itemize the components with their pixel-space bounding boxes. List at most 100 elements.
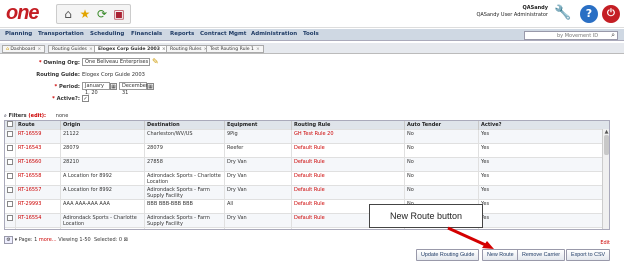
remove-carrier-button[interactable]: Remove Carrier — [517, 249, 566, 261]
tab-test-routing-rule[interactable]: Test Routing Rule 1 × — [206, 45, 264, 53]
favorites-star-icon[interactable]: ★ — [77, 6, 93, 23]
filters-bar: ⌕ Filters (edit): none — [4, 113, 69, 119]
row-checkbox[interactable] — [7, 187, 13, 193]
table-row[interactable]: RT-29993 AAA AAA-AAA AAA BBB BBB-BBB BBB Al… — [5, 199, 609, 214]
cell-routing-rule[interactable]: GH Test Rule 20 — [291, 129, 405, 144]
nav-administration[interactable]: Administration — [251, 31, 297, 37]
table-row[interactable]: RT-16557 A Location for 8992 Adirondack Sp… — [5, 185, 609, 200]
table-row[interactable]: RT-16558 A Location for 8992 Adirondack Sp… — [5, 171, 609, 186]
row-checkbox[interactable] — [7, 145, 13, 151]
pager-settings-icon[interactable]: ⚙ — [4, 236, 13, 244]
org-lookup-icon[interactable]: ✎ — [152, 57, 159, 66]
table-row[interactable]: RT-16543 28079 28079 Reefer Default Rule No Ye… — [5, 143, 609, 158]
nav-contract-mgmt[interactable]: Contract Mgmt — [200, 31, 246, 37]
row-checkbox[interactable] — [7, 131, 13, 137]
filters-value: none — [55, 113, 69, 119]
close-icon[interactable]: × — [256, 47, 260, 52]
cell-routing-rule[interactable]: Default Rule — [291, 185, 405, 200]
tab-routing-guides[interactable]: Routing Guides × — [48, 45, 97, 53]
cell-auto-tender: No — [404, 157, 479, 172]
alerts-icon[interactable]: ▣ — [111, 6, 127, 23]
cell-equipment: Flat Bed — [224, 227, 292, 229]
nav-planning[interactable]: Planning — [5, 31, 32, 37]
nav-financials[interactable]: Financials — [131, 31, 162, 37]
cell-active: Yes — [478, 129, 609, 144]
col-origin[interactable]: Origin — [60, 121, 145, 130]
cell-route[interactable]: RT-29993 — [15, 199, 61, 214]
nav-tools[interactable]: Tools — [303, 31, 319, 37]
export-csv-button[interactable]: Export to CSV — [566, 249, 611, 261]
row-checkbox[interactable] — [7, 201, 13, 207]
refresh-icon[interactable]: ⟳ — [94, 6, 110, 23]
row-checkbox[interactable] — [7, 229, 13, 230]
new-route-button[interactable]: New Route — [482, 249, 519, 261]
cell-route[interactable]: RT-16559 — [15, 129, 61, 144]
col-auto-tender[interactable]: Auto Tender — [404, 121, 479, 130]
cell-routing-rule[interactable]: Default Rule — [291, 157, 405, 172]
row-checkbox[interactable] — [7, 159, 13, 165]
update-routing-guide-button[interactable]: Update Routing Guide — [416, 249, 480, 261]
power-icon[interactable]: ⏻ — [602, 5, 620, 23]
nav-transportation[interactable]: Transportation — [38, 31, 84, 37]
home-icon[interactable]: ⌂ — [60, 6, 76, 23]
calendar-icon[interactable]: ▦ — [110, 83, 117, 90]
cell-route[interactable]: RT-16554 — [15, 213, 61, 228]
cell-destination: BBB BBB-BBB BBB — [144, 199, 225, 214]
cell-destination: Adirondack Sports - Farm Supply Facility — [144, 213, 225, 228]
nav-reports[interactable]: Reports — [170, 31, 194, 37]
cell-route[interactable]: RT-16557 — [15, 185, 61, 200]
table-row[interactable]: RT-16559 21122 Charleston/WV/US 9Pig GH Test… — [5, 129, 609, 144]
clear-selection-icon[interactable]: ⊠ — [124, 237, 128, 243]
table-row[interactable]: RT-16569Adirondack Sports - Charlotte Lo… — [5, 227, 609, 230]
tab-elogex-guide[interactable]: Elogex Corp Guide 2003 × — [94, 45, 170, 53]
cell-route[interactable]: RT-16569 — [15, 227, 61, 229]
filter-icon: ⌕ — [4, 113, 7, 119]
row-checkbox[interactable] — [7, 215, 13, 221]
table-row[interactable]: RT-16560 28210 27858 Dry Van Default Rule No Y… — [5, 157, 609, 172]
period-start-field[interactable]: January 1, 20 — [82, 82, 110, 96]
col-destination[interactable]: Destination — [144, 121, 225, 130]
tab-dashboard[interactable]: ⌂ Dashboard × — [2, 45, 46, 53]
filters-edit-link[interactable]: (edit): — [28, 113, 46, 119]
table-row[interactable]: RT-16554 Adirondack Sports - Charlotte Lo… — [5, 213, 609, 228]
period-end-field[interactable]: December 31 — [119, 82, 148, 96]
owning-org-field[interactable]: One Beliveau Enterprises — [82, 58, 150, 66]
cell-route[interactable]: RT-16558 — [15, 171, 61, 186]
tab-routing-rules[interactable]: Routing Rules× — [166, 45, 212, 53]
cell-route[interactable]: RT-16560 — [15, 157, 61, 172]
col-equipment[interactable]: Equipment — [224, 121, 292, 130]
app-logo[interactable]: one — [6, 2, 40, 25]
row-checkbox[interactable] — [7, 173, 13, 179]
select-all-checkbox[interactable] — [7, 121, 13, 127]
close-icon[interactable]: × — [37, 47, 41, 52]
col-route[interactable]: Route — [15, 121, 61, 130]
cell-route[interactable]: RT-16543 — [15, 143, 61, 158]
cell-origin: A Location for 8992 — [60, 185, 145, 200]
cell-auto-tender: No — [404, 171, 479, 186]
movement-search-input[interactable]: by Movement ID — [524, 31, 618, 40]
cell-auto-tender: No — [404, 129, 479, 144]
col-active[interactable]: Active? — [478, 121, 609, 130]
pager-page[interactable]: 1 — [34, 237, 37, 243]
cell-origin: 28079 — [60, 143, 145, 158]
grid-scrollbar[interactable]: ▲ — [602, 129, 609, 229]
edit-link[interactable]: Edit — [600, 240, 610, 246]
cell-equipment: Dry Van — [224, 157, 292, 172]
calendar-icon[interactable]: ▦ — [147, 83, 154, 90]
scroll-thumb[interactable] — [604, 135, 609, 155]
pager-more-link[interactable]: more... — [39, 237, 57, 243]
cell-routing-rule[interactable]: Default Rule — [291, 143, 405, 158]
quick-icons: ⌂ ★ ⟳ ▣ — [56, 4, 131, 24]
tools-wrench-icon[interactable]: 🔧 — [554, 5, 572, 23]
cell-routing-rule[interactable]: Default Rule — [291, 171, 405, 186]
cell-destination: 27858 — [144, 157, 225, 172]
cell-equipment: Reefer — [224, 143, 292, 158]
routing-guide-label: Routing Guide: — [36, 72, 80, 78]
active-checkbox[interactable]: ✓ — [82, 95, 89, 102]
nav-scheduling[interactable]: Scheduling — [90, 31, 124, 37]
col-routing-rule[interactable]: Routing Rule — [291, 121, 405, 130]
home-tab-icon: ⌂ — [6, 47, 9, 52]
help-icon[interactable]: ? — [580, 5, 598, 23]
close-icon[interactable]: × — [89, 47, 93, 52]
cell-active: Yes — [478, 157, 609, 172]
